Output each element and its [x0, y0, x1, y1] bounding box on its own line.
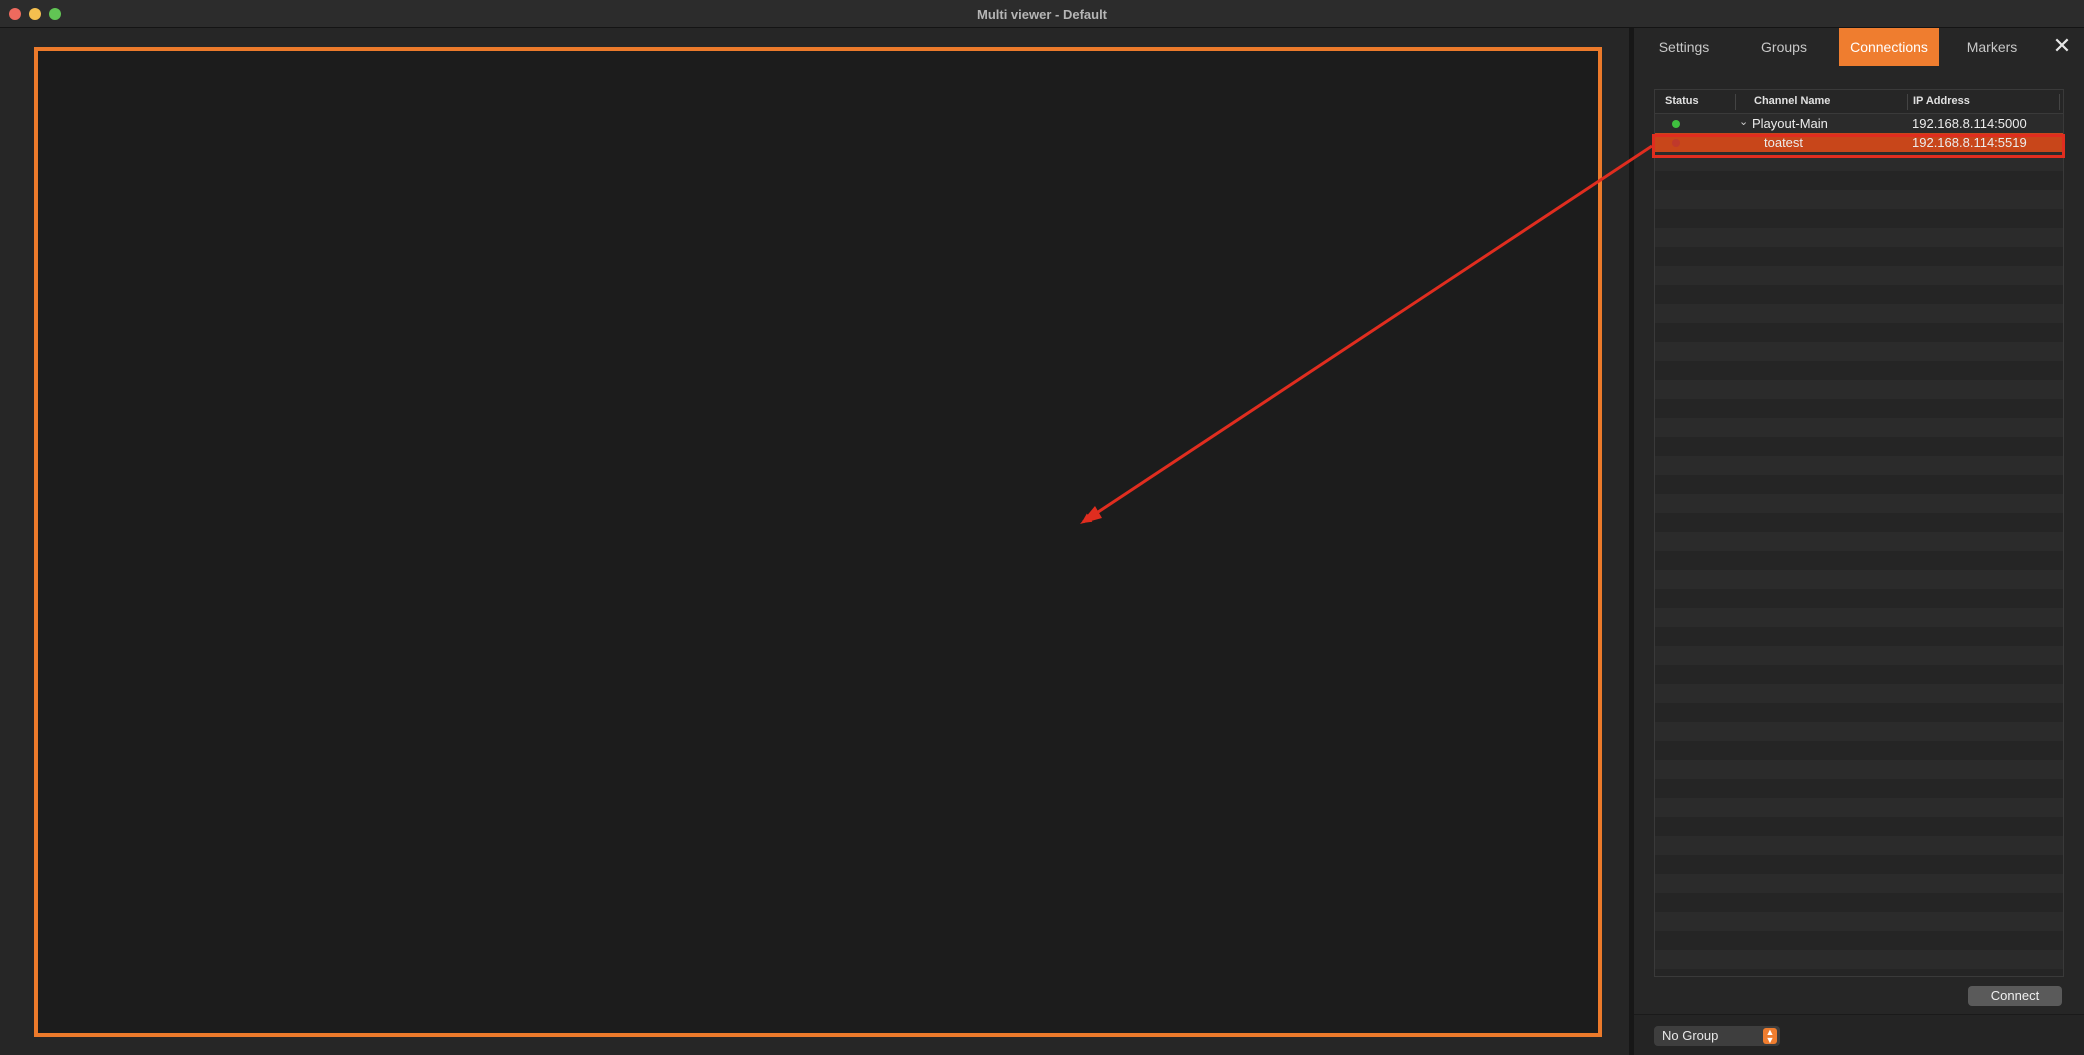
- table-row[interactable]: ⌄ Playout-Main 192.168.8.114:5000: [1655, 114, 2063, 133]
- column-header-ip-address[interactable]: IP Address: [1913, 95, 1970, 107]
- selection-highlight-annotation: [1652, 134, 2065, 158]
- channel-name: Playout-Main: [1752, 116, 1828, 131]
- viewer-drop-target[interactable]: [34, 47, 1602, 1037]
- column-separator: [1907, 94, 1908, 110]
- tab-groups[interactable]: Groups: [1740, 28, 1828, 66]
- connections-table: Status Channel Name IP Address ⌄ Playout…: [1654, 89, 2064, 977]
- column-separator: [1735, 94, 1736, 110]
- tab-bar: Settings Groups Connections Markers ✕: [1634, 28, 2084, 66]
- chevron-down-icon[interactable]: ⌄: [1739, 115, 1748, 128]
- column-separator: [2059, 94, 2060, 110]
- title-bar: Multi viewer - Default: [0, 0, 2084, 28]
- viewer-area: [0, 28, 1629, 1055]
- connect-button[interactable]: Connect: [1968, 986, 2062, 1006]
- tab-connections[interactable]: Connections: [1839, 28, 1939, 66]
- group-select[interactable]: No Group ▲ ▼: [1654, 1026, 1780, 1046]
- window-title: Multi viewer - Default: [976, 7, 1108, 22]
- group-select-value: No Group: [1662, 1028, 1719, 1043]
- tab-markers[interactable]: Markers: [1946, 28, 2038, 66]
- column-header-channel-name[interactable]: Channel Name: [1754, 95, 1830, 107]
- table-header: Status Channel Name IP Address: [1655, 90, 2063, 114]
- ip-address: 192.168.8.114:5000: [1912, 116, 2027, 131]
- table-body: ⌄ Playout-Main 192.168.8.114:5000 toates…: [1655, 114, 2063, 976]
- bottom-bar: No Group ▲ ▼: [1634, 1014, 2084, 1055]
- side-panel: Settings Groups Connections Markers ✕ St…: [1634, 28, 2084, 1055]
- close-icon[interactable]: ✕: [2052, 35, 2072, 57]
- up-down-chevron-icon: ▲ ▼: [1763, 1028, 1777, 1045]
- column-header-status[interactable]: Status: [1665, 95, 1699, 107]
- status-connected-icon: [1672, 120, 1680, 128]
- tab-settings[interactable]: Settings: [1634, 28, 1734, 66]
